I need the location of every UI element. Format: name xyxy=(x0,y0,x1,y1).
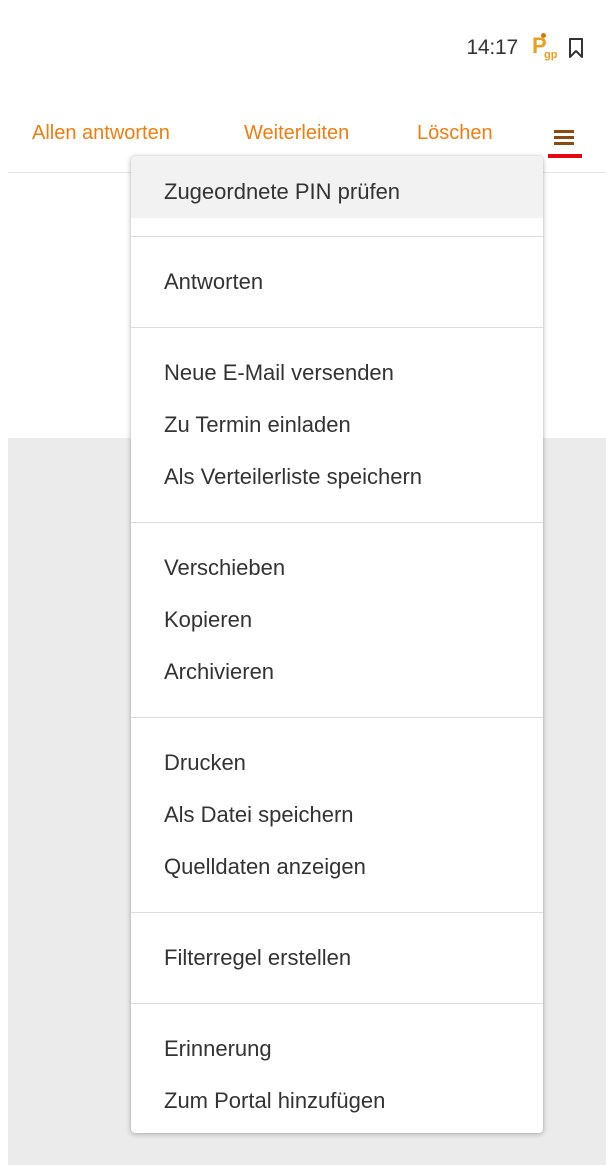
more-actions-dropdown: Zugeordnete PIN prüfen Antworten Neue E-… xyxy=(131,156,543,1133)
pgp-icon[interactable]: P gp xyxy=(532,33,558,63)
forward-link[interactable]: Weiterleiten xyxy=(244,122,349,145)
delete-link[interactable]: Löschen xyxy=(417,122,493,145)
menu-group-export: Drucken Als Datei speichern Quelldaten a… xyxy=(131,718,543,912)
mail-view-page: 14:17 P gp Allen antworten Weiterleiten … xyxy=(0,0,606,1165)
menu-item-create-filter[interactable]: Filterregel erstellen xyxy=(131,932,543,984)
mail-time: 14:17 xyxy=(466,36,518,59)
menu-item-copy[interactable]: Kopieren xyxy=(131,594,543,646)
menu-item-move[interactable]: Verschieben xyxy=(131,542,543,594)
menu-group-reply: Antworten xyxy=(131,237,543,327)
menu-item-save-as-file[interactable]: Als Datei speichern xyxy=(131,789,543,841)
menu-item-reply[interactable]: Antworten xyxy=(131,256,543,308)
menu-item-archive[interactable]: Archivieren xyxy=(131,646,543,698)
mail-toolbar: Allen antworten Weiterleiten Löschen xyxy=(0,112,606,158)
menu-item-invite-appointment[interactable]: Zu Termin einladen xyxy=(131,399,543,451)
menu-item-show-source[interactable]: Quelldaten anzeigen xyxy=(131,841,543,893)
menu-group-create: Neue E-Mail versenden Zu Termin einladen… xyxy=(131,328,543,522)
hamburger-menu-icon[interactable] xyxy=(546,118,586,162)
menu-item-print[interactable]: Drucken xyxy=(131,737,543,789)
menu-item-add-to-portal[interactable]: Zum Portal hinzufügen xyxy=(131,1075,543,1127)
menu-item-new-email[interactable]: Neue E-Mail versenden xyxy=(131,347,543,399)
menu-group-filter: Filterregel erstellen xyxy=(131,913,543,1003)
menu-group-organize: Verschieben Kopieren Archivieren xyxy=(131,523,543,717)
menu-item-reminder[interactable]: Erinnerung xyxy=(131,1023,543,1075)
menu-item-save-distribution-list[interactable]: Als Verteilerliste speichern xyxy=(131,451,543,503)
reply-all-link[interactable]: Allen antworten xyxy=(32,122,170,145)
menu-group-pin: Zugeordnete PIN prüfen xyxy=(131,156,543,236)
bookmark-icon[interactable] xyxy=(568,37,584,59)
menu-group-misc: Erinnerung Zum Portal hinzufügen xyxy=(131,1004,543,1133)
active-indicator xyxy=(548,154,582,158)
pgp-icon-sub: gp xyxy=(544,49,558,61)
menu-item-check-pin[interactable]: Zugeordnete PIN prüfen xyxy=(131,156,543,218)
status-bar: 14:17 P gp xyxy=(466,30,584,66)
